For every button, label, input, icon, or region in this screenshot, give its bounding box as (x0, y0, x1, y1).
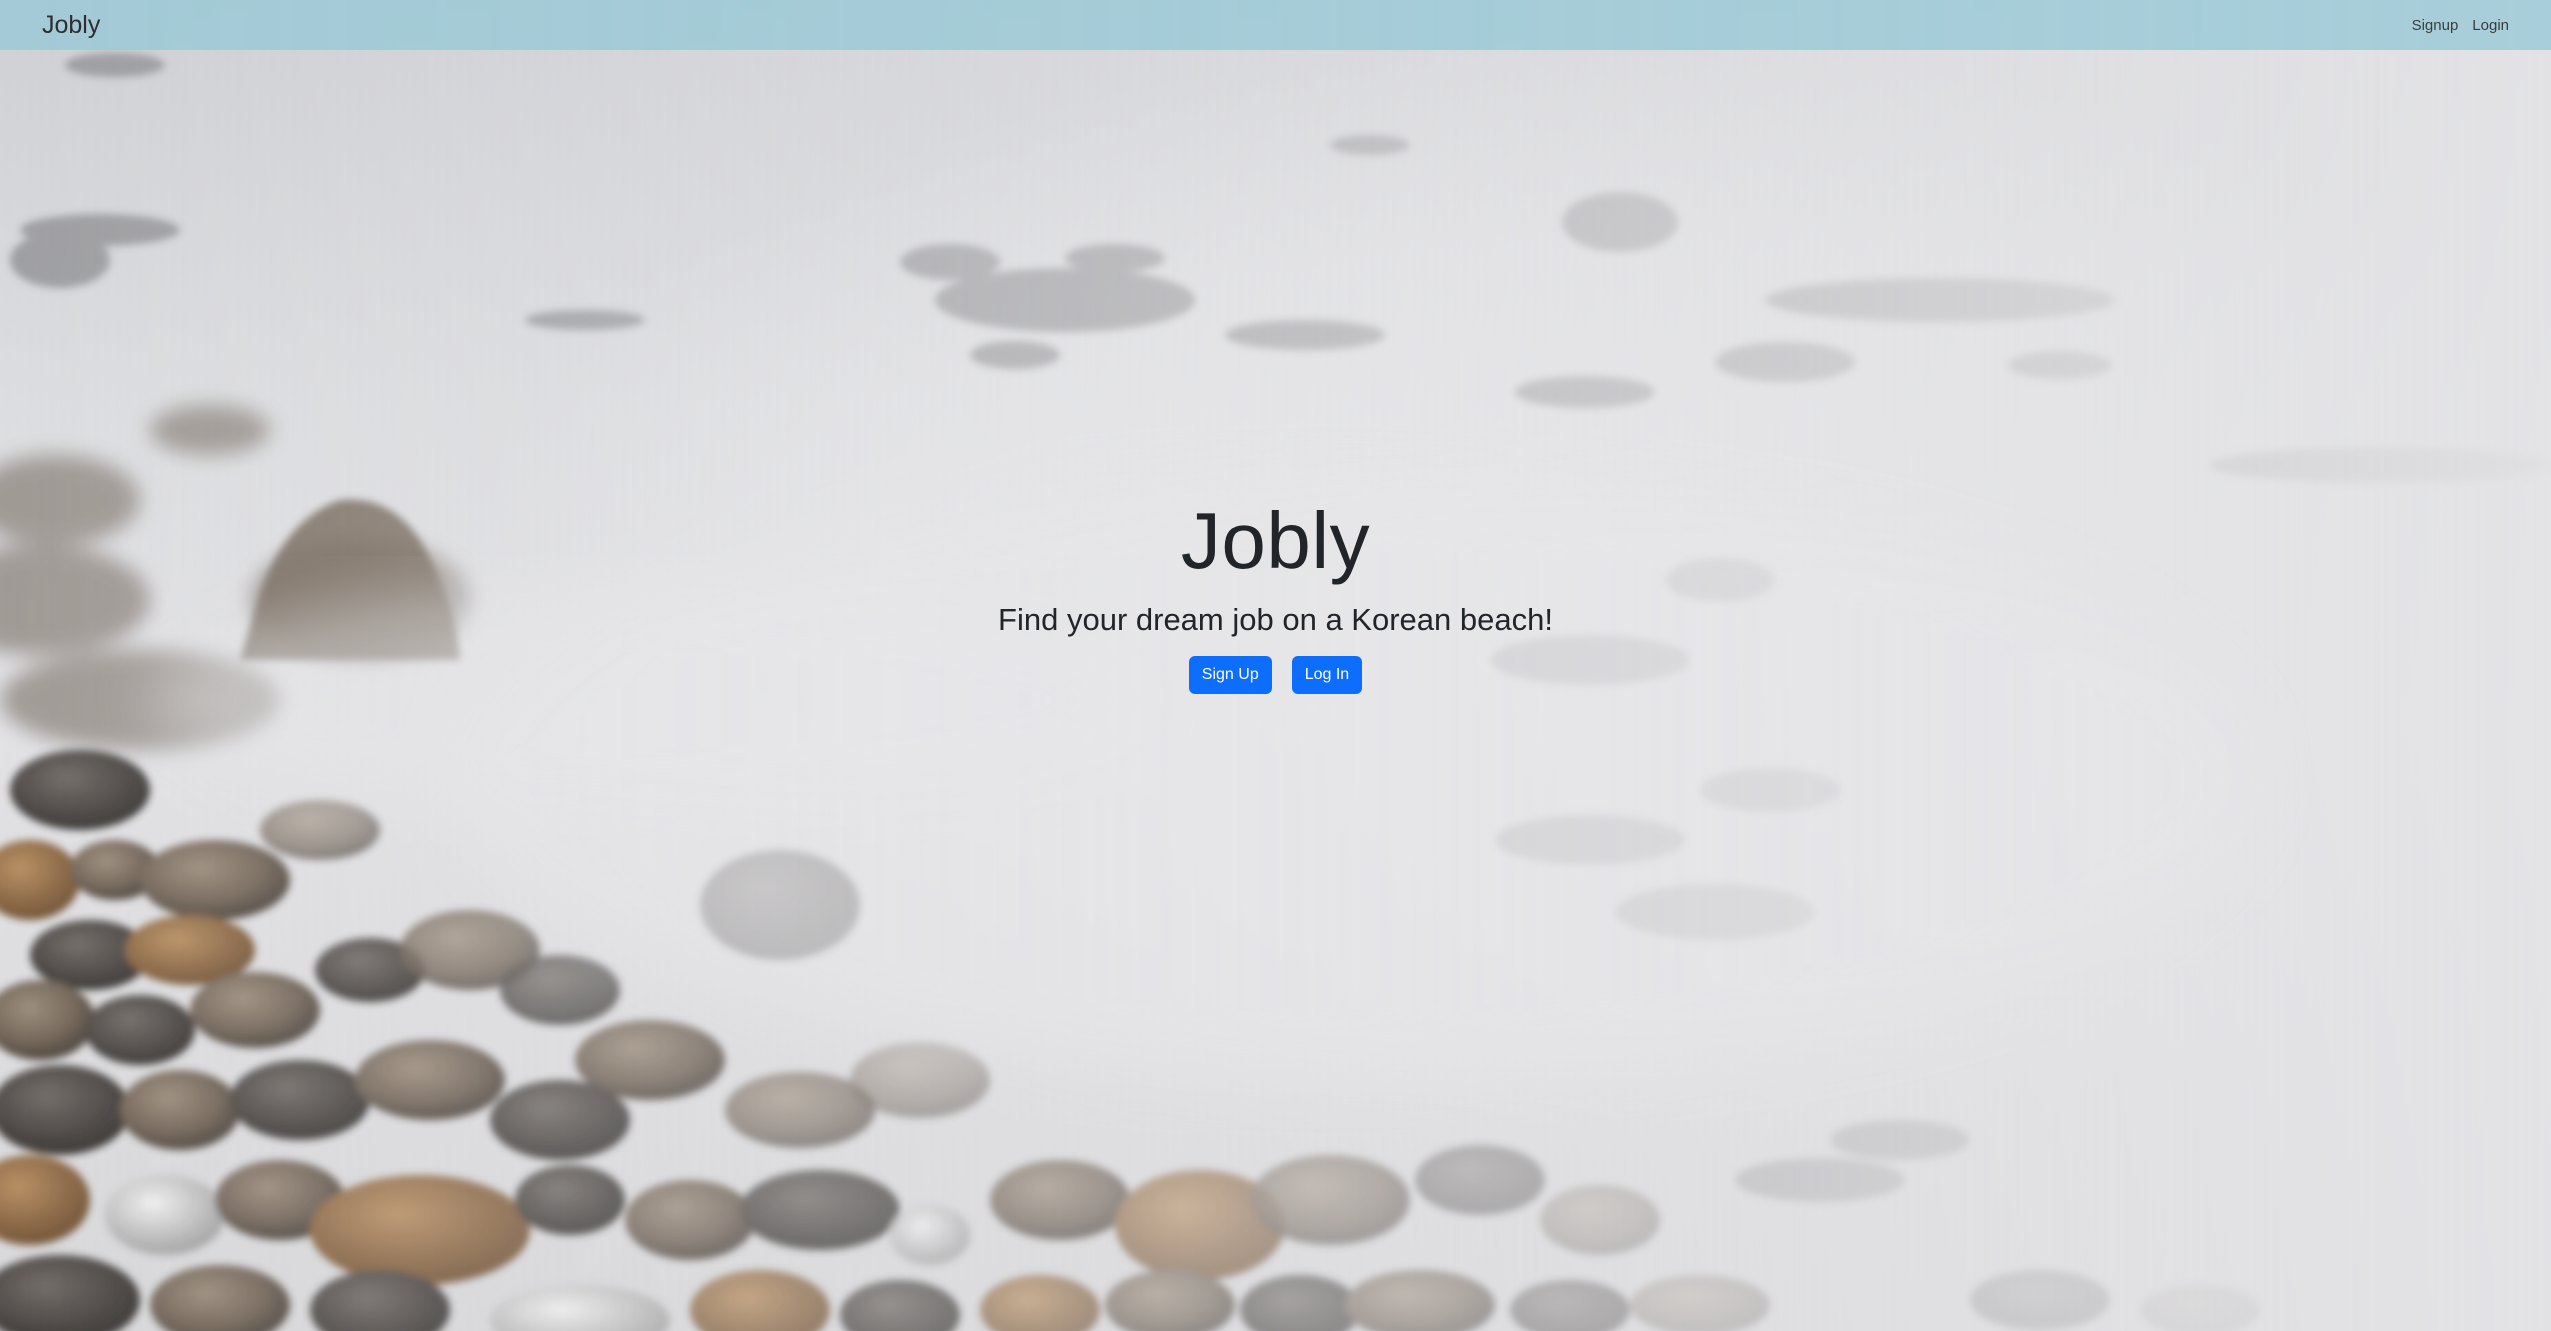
navbar: Jobly Signup Login (0, 0, 2551, 50)
log-in-button[interactable]: Log In (1291, 656, 1363, 695)
hero-tagline: Find your dream job on a Korean beach! (998, 602, 1553, 637)
hero-buttons: Sign Up Log In (1188, 656, 1363, 695)
sign-up-button[interactable]: Sign Up (1188, 656, 1272, 695)
signup-link[interactable]: Signup (2412, 17, 2459, 34)
hero: Jobly Find your dream job on a Korean be… (0, 495, 2551, 695)
brand-link[interactable]: Jobly (42, 11, 100, 40)
hero-title: Jobly (1180, 496, 1371, 585)
login-link[interactable]: Login (2472, 17, 2509, 34)
nav-links: Signup Login (2412, 17, 2509, 34)
